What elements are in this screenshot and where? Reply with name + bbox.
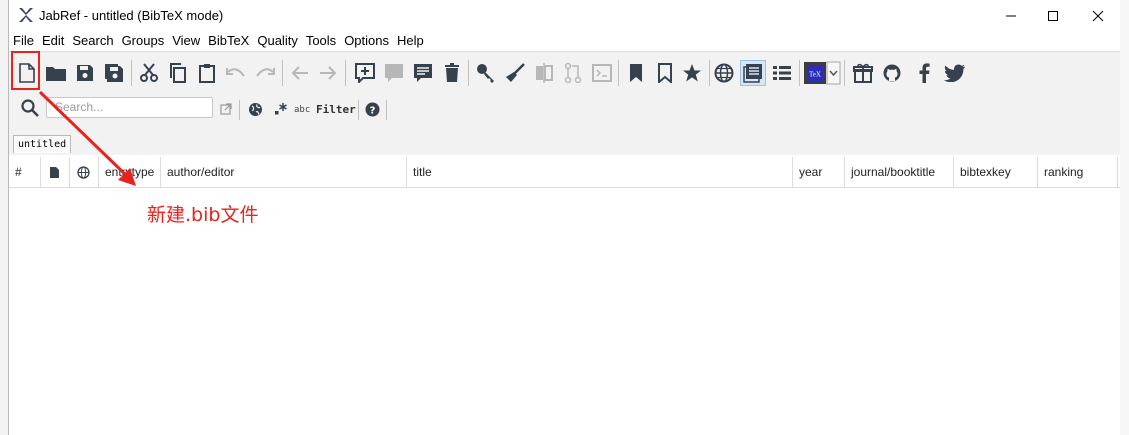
annotation-label: 新建.bib文件 xyxy=(147,204,259,226)
